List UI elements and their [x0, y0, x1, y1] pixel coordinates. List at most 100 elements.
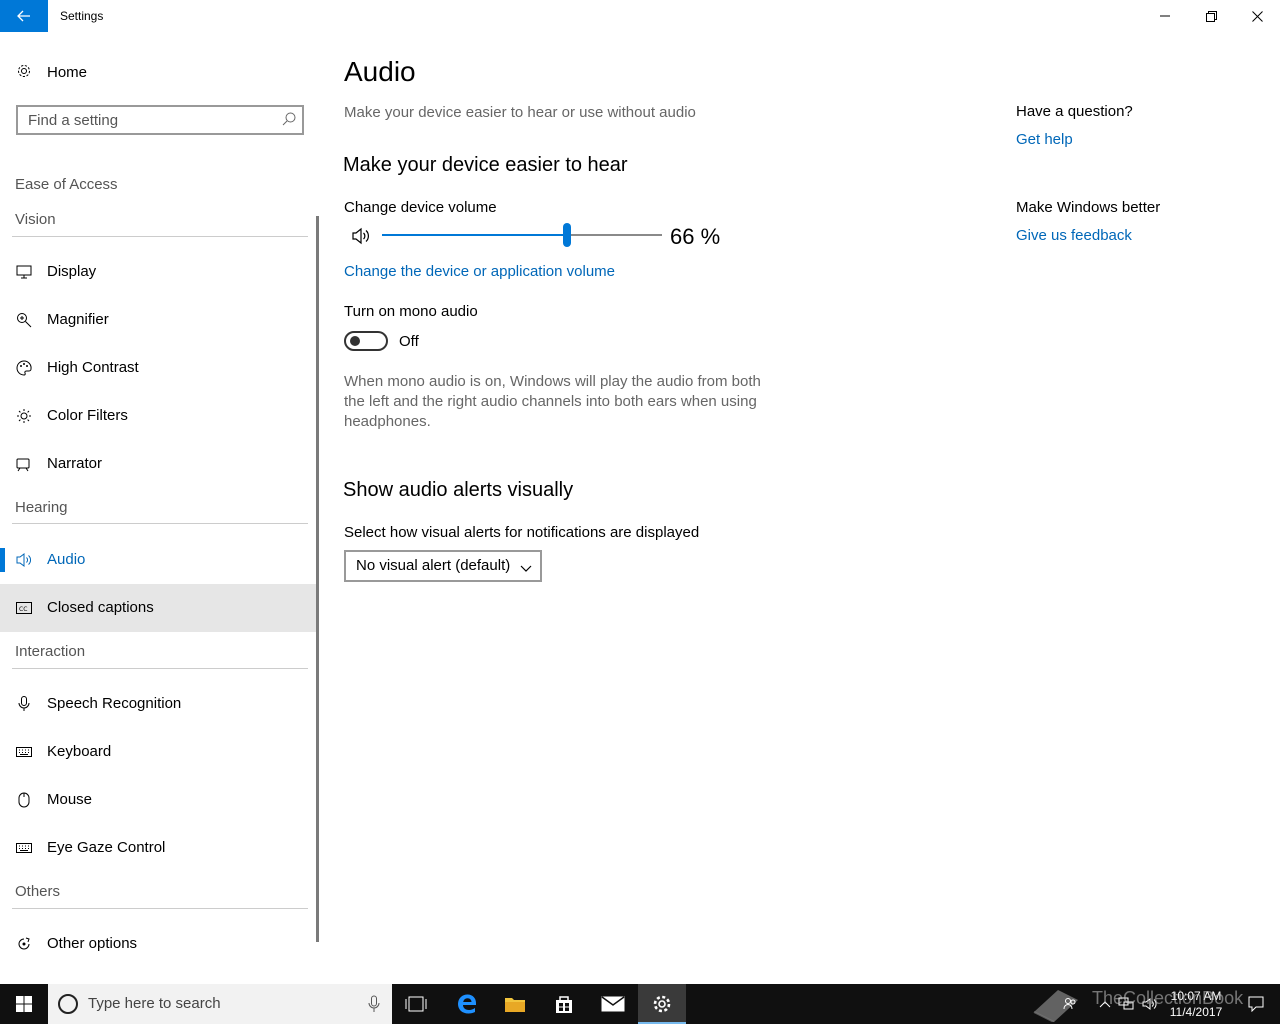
sidebar-item-label: Magnifier	[47, 311, 109, 328]
visual-alert-dropdown[interactable]: No visual alert (default)	[344, 550, 542, 582]
sidebar-item-other-options[interactable]: Other options	[0, 920, 318, 968]
category-label: Ease of Access	[15, 176, 118, 193]
clock[interactable]: 10:07 AM 11/4/2017	[1160, 988, 1232, 1020]
task-view-button[interactable]	[392, 984, 440, 1024]
sidebar-item-label: Speech Recognition	[47, 695, 182, 712]
speaker-icon	[15, 552, 33, 568]
sidebar-item-speech-recognition[interactable]: Speech Recognition	[0, 680, 318, 728]
file-explorer-button[interactable]	[491, 984, 539, 1024]
mail-icon	[601, 996, 625, 1012]
microphone-icon	[15, 696, 33, 712]
sidebar: Home Find a setting Ease of Access Visio…	[0, 32, 320, 984]
mono-audio-state: Off	[399, 333, 419, 350]
magnifier-icon	[15, 312, 33, 328]
page-title: Audio	[344, 56, 416, 87]
sidebar-item-audio[interactable]: Audio	[0, 536, 318, 584]
search-placeholder: Find a setting	[28, 112, 119, 129]
restore-icon	[1205, 10, 1217, 22]
monitor-icon	[15, 264, 33, 280]
microphone-icon[interactable]	[368, 995, 380, 1018]
task-view-icon	[405, 996, 427, 1012]
sidebar-item-eye-gaze[interactable]: Eye Gaze Control	[0, 824, 318, 872]
change-volume-link[interactable]: Change the device or application volume	[344, 263, 615, 280]
sidebar-item-label: Closed captions	[47, 599, 154, 616]
windows-logo-icon	[16, 996, 32, 1012]
restore-button[interactable]	[1188, 0, 1234, 32]
sidebar-item-label: Other options	[47, 935, 138, 952]
minimize-button[interactable]	[1142, 0, 1188, 32]
clock-time: 10:07 AM	[1170, 989, 1222, 1003]
start-button[interactable]	[0, 984, 48, 1024]
dropdown-value: No visual alert (default)	[356, 557, 511, 574]
section-hearing: Hearing	[15, 499, 68, 516]
title-bar: Settings	[0, 0, 1280, 32]
page-subtitle: Make your device easier to hear or use w…	[344, 104, 696, 121]
show-hidden-icons-button[interactable]	[1096, 984, 1114, 1024]
taskbar-search-input[interactable]: Type here to search	[48, 984, 392, 1024]
sidebar-item-label: Mouse	[47, 791, 93, 808]
action-center-button[interactable]	[1236, 984, 1276, 1024]
volume-label: Change device volume	[344, 199, 497, 216]
close-button[interactable]	[1234, 0, 1280, 32]
svg-text:CC: CC	[19, 606, 27, 613]
people-button[interactable]	[1060, 984, 1080, 1024]
sidebar-item-label: Eye Gaze Control	[47, 839, 166, 856]
network-button[interactable]	[1116, 984, 1136, 1024]
slider-fill	[382, 234, 567, 236]
sidebar-item-label: Audio	[47, 551, 86, 568]
volume-value: 66 %	[670, 224, 721, 249]
home-link[interactable]: Home	[0, 52, 320, 92]
settings-taskbar-button[interactable]	[638, 984, 686, 1024]
question-heading: Have a question?	[1016, 103, 1133, 120]
slider-thumb[interactable]	[563, 223, 571, 247]
mono-audio-label: Turn on mono audio	[344, 303, 478, 320]
sidebar-item-label: High Contrast	[47, 359, 139, 376]
section-vision: Vision	[15, 211, 56, 228]
sidebar-item-closed-captions[interactable]: CC Closed captions	[0, 584, 318, 632]
divider	[12, 668, 308, 669]
sidebar-item-color-filters[interactable]: Color Filters	[0, 392, 318, 440]
sun-icon	[15, 408, 33, 424]
taskbar: Type here to search 10:07 AM 11/4/2017 T…	[0, 984, 1280, 1024]
divider	[12, 523, 308, 524]
minimize-icon	[1160, 15, 1170, 17]
mouse-icon	[15, 792, 33, 808]
sidebar-item-narrator[interactable]: Narrator	[0, 440, 318, 488]
sidebar-item-display[interactable]: Display	[0, 248, 318, 296]
chevron-down-icon	[520, 560, 532, 578]
speaker-icon[interactable]	[351, 227, 371, 250]
search-input[interactable]: Find a setting	[16, 105, 304, 135]
mono-audio-toggle[interactable]	[344, 331, 388, 351]
sidebar-item-magnifier[interactable]: Magnifier	[0, 296, 318, 344]
alerts-label: Select how visual alerts for notificatio…	[344, 524, 700, 541]
toggle-knob	[350, 336, 360, 346]
store-button[interactable]	[540, 984, 588, 1024]
volume-tray-button[interactable]	[1140, 984, 1160, 1024]
get-help-link[interactable]: Get help	[1016, 131, 1073, 148]
gear-icon	[653, 995, 671, 1013]
feedback-heading: Make Windows better	[1016, 199, 1161, 216]
narrator-icon	[15, 456, 33, 472]
sidebar-item-label: Display	[47, 263, 97, 280]
mail-button[interactable]	[589, 984, 637, 1024]
section-interaction: Interaction	[15, 643, 86, 660]
sidebar-item-mouse[interactable]: Mouse	[0, 776, 318, 824]
speaker-icon	[1142, 998, 1157, 1010]
sidebar-item-keyboard[interactable]: Keyboard	[0, 728, 318, 776]
keyboard-icon	[15, 744, 33, 760]
feedback-link[interactable]: Give us feedback	[1016, 227, 1132, 244]
app-title: Settings	[60, 9, 104, 23]
store-icon	[556, 996, 572, 1013]
hear-heading: Make your device easier to hear	[343, 154, 628, 176]
cortana-icon	[58, 994, 78, 1014]
keyboard-icon	[15, 840, 33, 856]
sidebar-item-label: Narrator	[47, 455, 103, 472]
people-icon	[1063, 998, 1076, 1010]
sidebar-item-label: Color Filters	[47, 407, 128, 424]
sidebar-scrollbar[interactable]	[316, 216, 319, 942]
sidebar-item-high-contrast[interactable]: High Contrast	[0, 344, 318, 392]
network-icon	[1118, 997, 1134, 1010]
back-button[interactable]	[0, 0, 48, 32]
edge-button[interactable]	[443, 984, 491, 1024]
volume-slider[interactable]	[382, 220, 662, 250]
